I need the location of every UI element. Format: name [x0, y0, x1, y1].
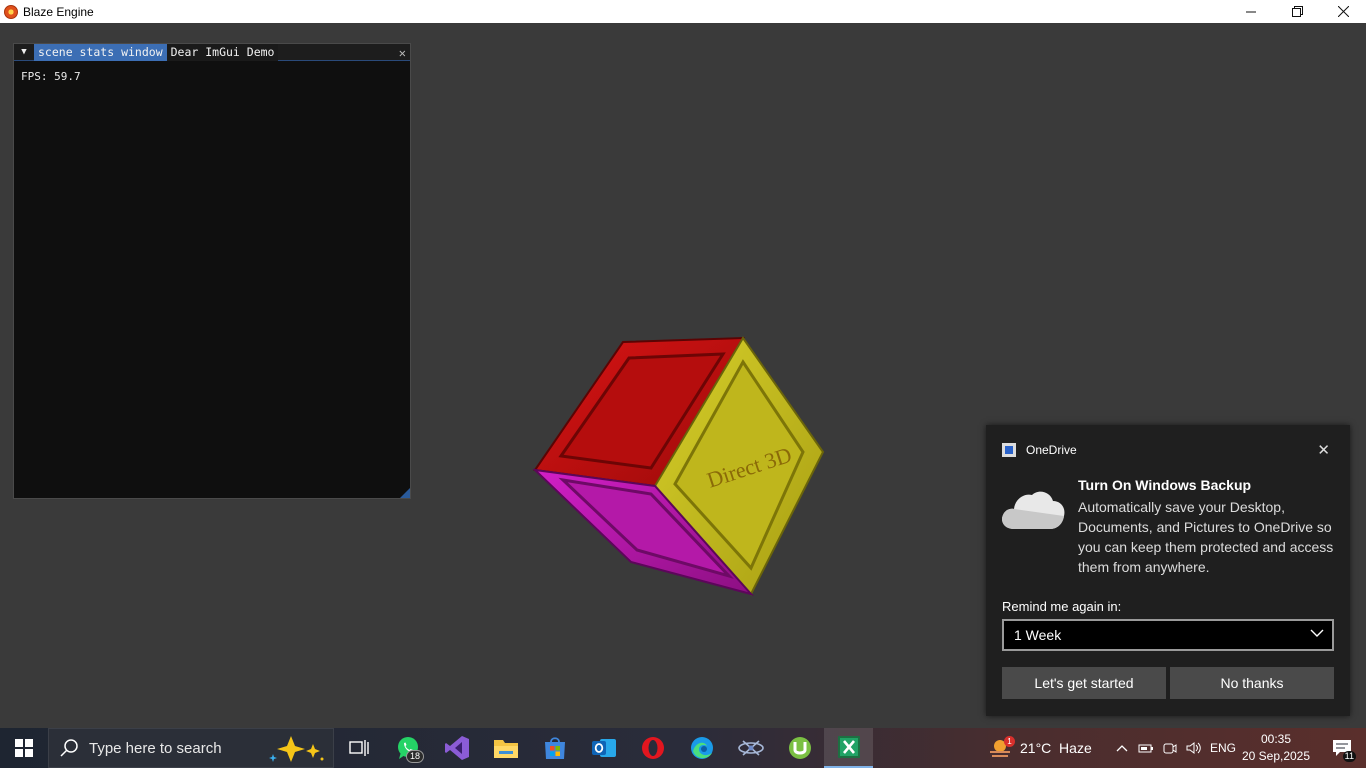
imgui-window[interactable]: ▼ scene stats window Dear ImGui Demo ✕ F…: [13, 43, 411, 499]
game-app-icon: [737, 740, 764, 756]
windows-logo-icon: [15, 739, 33, 757]
task-view-button[interactable]: [334, 728, 383, 768]
taskbar-app-store[interactable]: [530, 728, 579, 768]
volume-button[interactable]: [1182, 728, 1206, 768]
weather-alert-badge: 1: [1004, 736, 1015, 747]
title-bar: Blaze Engine: [0, 0, 1366, 23]
taskbar-app-visual-studio[interactable]: [432, 728, 481, 768]
remind-label: Remind me again in:: [1002, 599, 1122, 614]
battery-button[interactable]: [1134, 728, 1158, 768]
triangle-down-icon: ▼: [21, 47, 27, 57]
whatsapp-badge: 18: [405, 750, 424, 763]
excel-icon: [837, 736, 860, 758]
restore-icon: [1291, 6, 1303, 17]
search-icon: [60, 739, 78, 757]
minimize-icon: [1245, 11, 1256, 13]
taskbar-app-utorrent[interactable]: [775, 728, 824, 768]
weather-widget[interactable]: 1 21°C Haze: [988, 728, 1092, 768]
task-view-icon: [348, 740, 369, 756]
fps-readout: FPS: 59.7: [21, 70, 81, 83]
camera-icon: [1163, 743, 1177, 754]
opera-icon: [641, 737, 664, 759]
close-button[interactable]: [1320, 0, 1366, 23]
taskbar-app-outlook[interactable]: [579, 728, 628, 768]
toast-app-name: OneDrive: [1026, 443, 1077, 457]
taskbar-app-excel[interactable]: [824, 728, 873, 768]
battery-icon: [1138, 744, 1153, 753]
edge-icon: [690, 737, 713, 759]
imgui-menu-button[interactable]: ▼: [14, 44, 34, 61]
remind-dropdown-value: 1 Week: [1014, 627, 1062, 643]
window-controls: [1228, 0, 1366, 23]
taskbar-app-edge[interactable]: [677, 728, 726, 768]
close-icon: [1337, 6, 1349, 17]
notification-count: 11: [1342, 751, 1356, 762]
onedrive-notification: OneDrive ✕ Turn On Windows Backup Automa…: [986, 425, 1350, 716]
tab-label: Dear ImGui Demo: [170, 45, 275, 59]
close-icon: ✕: [398, 45, 406, 60]
restore-button[interactable]: [1274, 0, 1320, 23]
minimize-button[interactable]: [1228, 0, 1274, 23]
taskbar-app-whatsapp[interactable]: 18: [383, 728, 432, 768]
cloud-icon: [1002, 491, 1065, 529]
clock-time: 00:35: [1260, 732, 1292, 746]
start-button[interactable]: [0, 728, 48, 768]
toast-title: Turn On Windows Backup: [1078, 477, 1252, 493]
resize-grip[interactable]: [400, 488, 410, 498]
action-center-button[interactable]: 11: [1322, 728, 1362, 768]
utorrent-icon: [788, 737, 811, 759]
tab-imgui-demo[interactable]: Dear ImGui Demo: [166, 43, 279, 61]
weather-text: 21°C Haze: [1020, 740, 1092, 756]
app-icon: [4, 4, 18, 19]
show-hidden-icons-button[interactable]: [1110, 728, 1134, 768]
close-icon: ✕: [1317, 441, 1330, 459]
chevron-up-icon: [1116, 745, 1128, 752]
taskbar: Type here to search 18 1 21°C Haze ENG 0…: [0, 728, 1366, 768]
taskbar-search-box[interactable]: Type here to search: [48, 728, 334, 768]
onedrive-app-icon: [1002, 443, 1016, 457]
clock-date: 20 Sep,2025: [1241, 749, 1311, 763]
speaker-icon: [1186, 742, 1201, 754]
imgui-content: FPS: 59.7: [14, 61, 410, 92]
clock[interactable]: 00:35 20 Sep,2025: [1240, 731, 1312, 765]
imgui-tab-bar: ▼ scene stats window Dear ImGui Demo ✕: [14, 43, 410, 61]
store-icon: [544, 737, 565, 759]
taskbar-app-file-explorer[interactable]: [481, 728, 530, 768]
get-started-button[interactable]: Let's get started: [1002, 667, 1166, 699]
sparkle-icon: [269, 736, 324, 762]
textured-cube: Direct 3D: [533, 336, 825, 596]
language-indicator[interactable]: ENG: [1210, 741, 1236, 755]
tab-label: scene stats window: [38, 45, 163, 59]
toast-header: OneDrive: [1002, 443, 1077, 457]
system-tray: ENG: [1110, 728, 1236, 768]
search-placeholder: Type here to search: [89, 739, 222, 757]
no-thanks-button[interactable]: No thanks: [1170, 667, 1334, 699]
taskbar-app-opera[interactable]: [628, 728, 677, 768]
imgui-close-button[interactable]: ✕: [399, 44, 406, 61]
taskbar-app-game[interactable]: [726, 728, 775, 768]
remind-dropdown[interactable]: 1 Week: [1002, 619, 1334, 651]
folder-icon: [493, 740, 518, 758]
toast-close-button[interactable]: ✕: [1317, 441, 1330, 459]
outlook-icon: [591, 739, 616, 757]
window-title: Blaze Engine: [23, 4, 94, 19]
camera-button[interactable]: [1158, 728, 1182, 768]
chevron-down-icon: [1310, 629, 1324, 637]
toast-message: Automatically save your Desktop, Documen…: [1078, 499, 1334, 575]
tab-scene-stats[interactable]: scene stats window: [34, 43, 167, 61]
visual-studio-icon: [444, 736, 469, 760]
